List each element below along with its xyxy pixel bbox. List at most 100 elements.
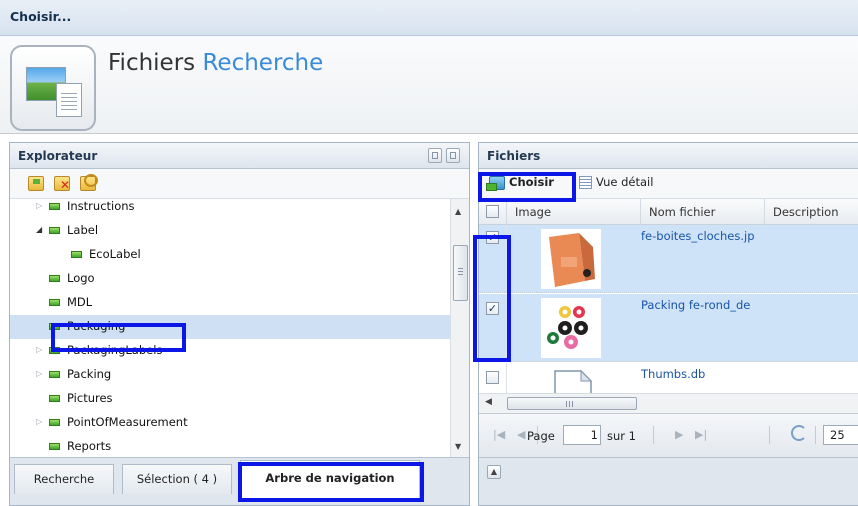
file-row[interactable]: Thumbs.db (479, 363, 858, 393)
scroll-up-icon[interactable]: ▲ (455, 207, 461, 216)
column-description[interactable]: Description (765, 199, 858, 225)
folder-node-icon (49, 323, 60, 330)
tab-recherche[interactable]: Recherche (14, 464, 114, 494)
collapse-panel-icon[interactable] (428, 148, 442, 163)
expand-arrow-icon[interactable]: ▷ (36, 345, 44, 355)
row-checkbox[interactable]: ✓ (486, 302, 499, 315)
row-checkbox[interactable]: ✓ (486, 231, 499, 244)
expand-up-icon[interactable]: ▲ (487, 465, 501, 479)
explorer-header: Explorateur (10, 143, 469, 169)
folder-node-icon (71, 251, 82, 258)
collapse-arrow-icon[interactable]: ◢ (36, 225, 44, 235)
page-title: Fichiers Recherche (108, 50, 323, 76)
file-name[interactable]: Packing fe-rond_de (641, 298, 765, 312)
vue-detail-button[interactable]: Vue détail (579, 175, 653, 195)
tree-node[interactable]: ▷ PackagingLabels (10, 339, 450, 363)
column-image[interactable]: Image (507, 199, 641, 225)
page-input[interactable]: 1 (563, 425, 601, 445)
files-header: Fichiers (479, 143, 858, 169)
explorer-toolbar (10, 169, 469, 199)
tree-node-label: PackagingLabels (67, 343, 163, 357)
tab-arbre-de-navigation[interactable]: Arbre de navigation (240, 460, 420, 498)
folder-node-icon (49, 395, 60, 402)
row-checkbox[interactable] (486, 371, 499, 384)
page-title-main: Fichiers (108, 50, 196, 76)
tree-node-label: Packaging (67, 319, 126, 333)
panel-layout-icon[interactable] (446, 148, 460, 163)
tree-node[interactable]: ▷ Instructions (10, 199, 450, 219)
files-panel: Fichiers Choisir Vue détail Image Nom fi… (478, 142, 858, 506)
refresh-icon[interactable] (791, 425, 807, 441)
select-all-checkbox[interactable] (486, 205, 499, 218)
file-row[interactable]: ✓ fe-boites_cloches.jp (479, 225, 858, 293)
scroll-left-icon[interactable]: ◀ (485, 397, 492, 407)
edit-folder-icon[interactable] (80, 174, 98, 191)
tree-node[interactable]: Packaging (10, 315, 450, 339)
choisir-button[interactable]: Choisir (486, 175, 554, 195)
folder-node-icon (49, 419, 60, 426)
delete-folder-icon[interactable] (54, 176, 70, 192)
pager-separator (769, 426, 770, 444)
choisir-label: Choisir (509, 175, 554, 189)
page-size-field[interactable]: 25 (823, 425, 858, 445)
last-page-icon[interactable]: ▶| (695, 428, 707, 441)
page-title-accent: Recherche (202, 50, 324, 76)
tree-node[interactable]: ◢ Label (10, 219, 450, 243)
grid-hscrollbar[interactable]: ◀ (479, 393, 858, 413)
grid-header: Image Nom fichier Description (479, 199, 858, 225)
files-footer: ▲ (479, 457, 858, 505)
next-page-icon[interactable]: ▶ (675, 428, 683, 441)
chooser-window: Choisir... Fichiers Recherche Explorateu… (0, 0, 858, 506)
column-nom-fichier[interactable]: Nom fichier (641, 199, 765, 225)
tree-node[interactable]: ▷ PointOfMeasurement (10, 411, 450, 435)
choose-icon (486, 175, 505, 191)
tree-scrollbar[interactable]: ▲ ▼ (450, 199, 469, 457)
files-toolbar: Choisir Vue détail (479, 169, 858, 199)
expand-arrow-icon[interactable]: ▷ (36, 369, 44, 379)
tab-selection[interactable]: Sélection ( 4 ) (122, 464, 232, 494)
folder-node-icon (49, 275, 60, 282)
expand-arrow-icon[interactable]: ▷ (36, 417, 44, 427)
thumbnail-colored-rings (541, 298, 601, 358)
tree-node-label: Instructions (67, 199, 135, 213)
pager: |◀ ◀ Page 1 sur 1 ▶ ▶| 25 (479, 413, 858, 457)
first-page-icon[interactable]: |◀ (493, 428, 505, 441)
tree-node-label: Logo (67, 271, 95, 285)
file-name[interactable]: Thumbs.db (641, 367, 765, 381)
tree-node-label: Packing (67, 367, 112, 381)
tree-node-label: Reports (67, 439, 112, 453)
tree-node[interactable]: Reports (10, 435, 450, 457)
select-all-cell (479, 199, 507, 225)
window-title: Choisir... (10, 9, 72, 24)
file-row[interactable]: ✓ Packing fe-rond_de (479, 294, 858, 362)
generic-file-icon (554, 369, 593, 393)
pager-separator (815, 426, 816, 444)
folder-node-icon (49, 347, 60, 354)
expand-arrow-icon[interactable]: ▷ (36, 201, 44, 211)
title-bar: Choisir... (0, 0, 858, 36)
document-icon (56, 83, 82, 117)
file-name[interactable]: fe-boites_cloches.jp (641, 229, 765, 243)
page-text: Page (527, 429, 555, 443)
folder-node-icon (49, 443, 60, 450)
scroll-down-icon[interactable]: ▼ (455, 442, 461, 451)
folder-node-icon (49, 371, 60, 378)
tree-node[interactable]: EcoLabel (10, 243, 450, 267)
files-grid: Image Nom fichier Description ✓ fe-boite… (479, 199, 858, 393)
tree-node-label: PointOfMeasurement (67, 415, 188, 429)
explorer-title: Explorateur (18, 149, 98, 163)
thumbnail-orange-box (541, 229, 601, 289)
tree-node[interactable]: ▷ Packing (10, 363, 450, 387)
hscroll-thumb[interactable] (507, 397, 637, 410)
tree-node[interactable]: MDL (10, 291, 450, 315)
prev-page-icon[interactable]: ◀ (517, 428, 525, 441)
tree-node-label: MDL (67, 295, 93, 309)
new-folder-icon[interactable] (28, 176, 44, 191)
tree-node[interactable]: Logo (10, 267, 450, 291)
files-image-icon (10, 45, 96, 131)
vue-detail-label: Vue détail (596, 175, 654, 189)
folder-node-icon (49, 227, 60, 234)
tree-node-label: EcoLabel (89, 247, 141, 261)
scroll-thumb[interactable] (453, 245, 468, 301)
tree-node[interactable]: Pictures (10, 387, 450, 411)
